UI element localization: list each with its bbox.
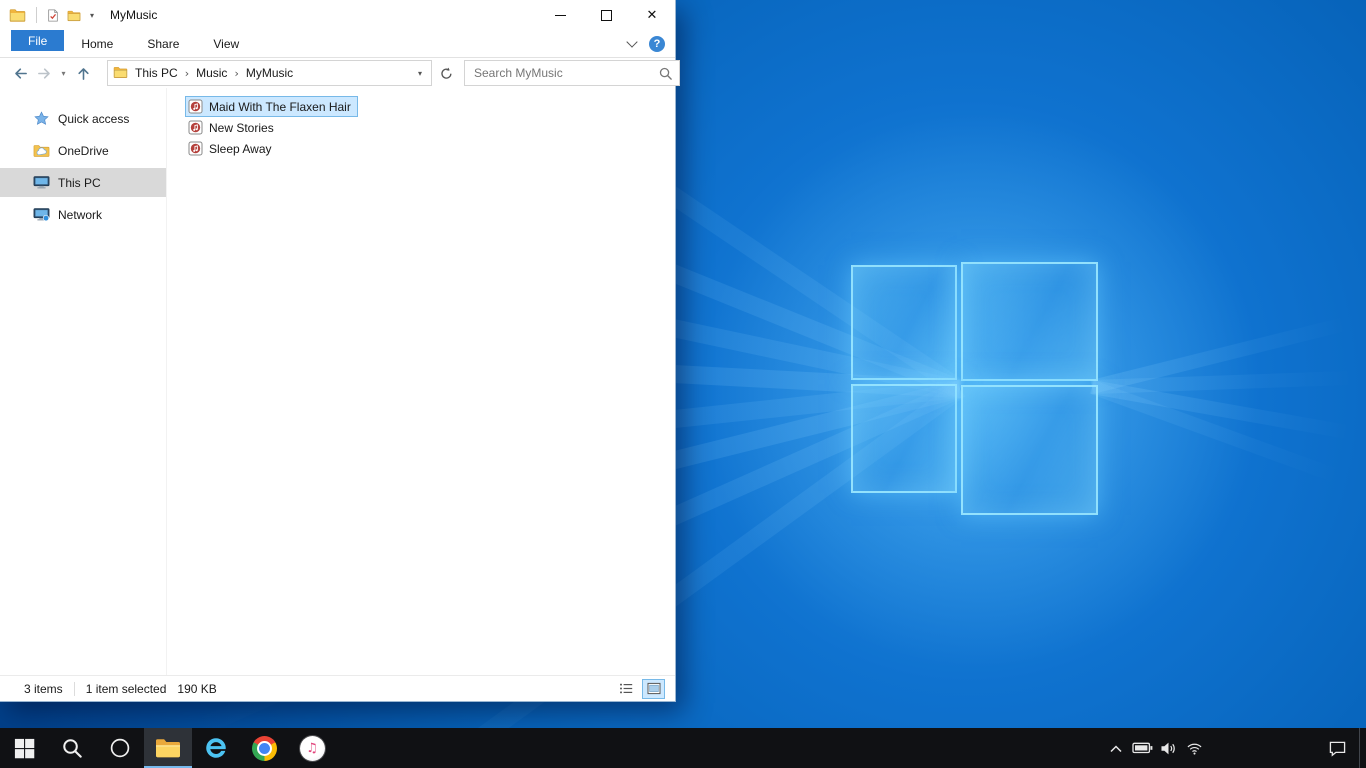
help-icon[interactable]: ? [649,35,665,52]
title-bar: ▾ MyMusic ✕ [0,0,675,30]
qat-separator [36,7,37,23]
taskbar-search-button[interactable] [48,728,96,768]
start-button[interactable] [0,728,48,768]
star-icon [33,111,50,126]
start-icon [14,738,35,759]
file-explorer-icon [155,737,181,759]
music-file-icon [188,120,203,135]
close-icon: ✕ [646,7,658,23]
ribbon-right-controls: ? [626,30,665,57]
action-center-icon[interactable] [1315,728,1359,768]
chrome-taskbar-button[interactable] [240,728,288,768]
tray-spacer [1207,728,1315,768]
wifi-icon[interactable] [1181,728,1207,768]
up-button[interactable] [71,61,95,85]
file-name: Sleep Away [209,141,272,156]
explorer-main: Quick access OneDrive This PC Network Ma… [0,88,675,675]
tab-view[interactable]: View [196,30,256,57]
breadcrumb-this-pc[interactable]: This PC [128,66,185,80]
status-bar: 3 items 1 item selected 190 KB [0,675,675,701]
volume-icon[interactable] [1155,728,1181,768]
search-icon [62,738,82,758]
windows-logo-pane [851,265,957,380]
explorer-window: ▾ MyMusic ✕ File Home Share View ? ▾ Thi… [0,0,680,702]
address-folder-icon [113,66,128,81]
search-box [464,60,680,86]
show-desktop-button[interactable] [1359,728,1366,768]
ribbon-expand-chevron-icon[interactable] [626,35,638,48]
music-file-icon [188,141,203,156]
file-list: Maid With The Flaxen Hair New Stories Sl… [167,88,675,675]
screen: ▾ MyMusic ✕ File Home Share View ? ▾ Thi… [0,0,1366,768]
caption-buttons: ✕ [537,0,675,30]
minimize-icon [554,14,566,16]
internet-explorer-icon [203,735,229,761]
status-item-count: 3 items [24,681,63,696]
address-box[interactable]: This PC › Music › MyMusic ▾ [107,60,432,86]
cloud-folder-icon [33,143,50,158]
sidebar-item-label: This PC [58,175,101,190]
maximize-button[interactable] [583,0,629,30]
breadcrumb-music[interactable]: Music [189,66,234,80]
sidebar-item-network[interactable]: Network [0,200,166,229]
sidebar-item-label: Network [58,207,103,222]
search-input[interactable] [472,65,659,81]
music-file-icon [188,99,203,114]
status-separator [73,681,75,696]
itunes-taskbar-button[interactable]: ♫ [288,728,336,768]
sidebar-item-quick-access[interactable]: Quick access [0,104,166,133]
refresh-button[interactable] [434,61,458,85]
status-selection-size: 190 KB [177,681,217,696]
monitor-icon [33,175,50,190]
tab-file[interactable]: File [11,30,65,51]
sidebar-item-this-pc[interactable]: This PC [0,168,166,197]
file-item[interactable]: Sleep Away [185,138,279,159]
breadcrumb-mymusic[interactable]: MyMusic [239,66,300,80]
sidebar-item-label: Quick access [58,111,130,126]
search-icon[interactable] [659,67,672,80]
file-name: Maid With The Flaxen Hair [209,99,351,114]
tray-chevron-up-icon[interactable] [1103,728,1129,768]
network-icon [33,207,50,222]
back-button[interactable] [8,61,32,85]
battery-icon[interactable] [1129,728,1155,768]
thumbnails-view-button[interactable] [642,678,665,699]
maximize-icon [600,9,612,21]
file-item[interactable]: New Stories [185,117,281,138]
minimize-button[interactable] [537,0,583,30]
cortana-button[interactable] [96,728,144,768]
file-name: New Stories [209,120,274,135]
windows-logo-pane [851,384,957,493]
tab-home[interactable]: Home [64,30,130,57]
address-bar: ▾ This PC › Music › MyMusic ▾ [0,58,680,88]
history-chevron-icon[interactable]: ▾ [56,69,71,78]
window-title: MyMusic [110,8,158,22]
close-button[interactable]: ✕ [629,0,675,30]
file-item[interactable]: Maid With The Flaxen Hair [185,96,358,117]
address-dropdown-chevron-icon[interactable]: ▾ [409,69,431,78]
status-selection: 1 item selected [85,681,167,696]
system-tray [1103,728,1366,768]
qat-customize-chevron-icon[interactable]: ▾ [90,11,94,20]
details-view-button[interactable] [614,679,637,699]
tab-share[interactable]: Share [130,30,196,57]
itunes-icon: ♫ [299,735,325,761]
forward-button[interactable] [32,61,56,85]
sidebar-item-label: OneDrive [58,143,109,158]
file-explorer-taskbar-button[interactable] [144,728,192,768]
windows-logo-pane [961,385,1098,515]
ribbon-tabs: File Home Share View ? [0,30,675,58]
taskbar: ♫ [0,728,1366,768]
sidebar-item-onedrive[interactable]: OneDrive [0,136,166,165]
view-toggles [614,678,665,699]
qat-properties-icon[interactable] [46,9,60,22]
windows-logo-pane [961,262,1098,381]
chrome-icon [251,735,277,761]
window-folder-icon [9,8,26,22]
internet-explorer-taskbar-button[interactable] [192,728,240,768]
navigation-pane: Quick access OneDrive This PC Network [0,88,167,675]
cortana-icon [109,737,131,759]
qat-new-folder-icon[interactable] [67,9,81,22]
